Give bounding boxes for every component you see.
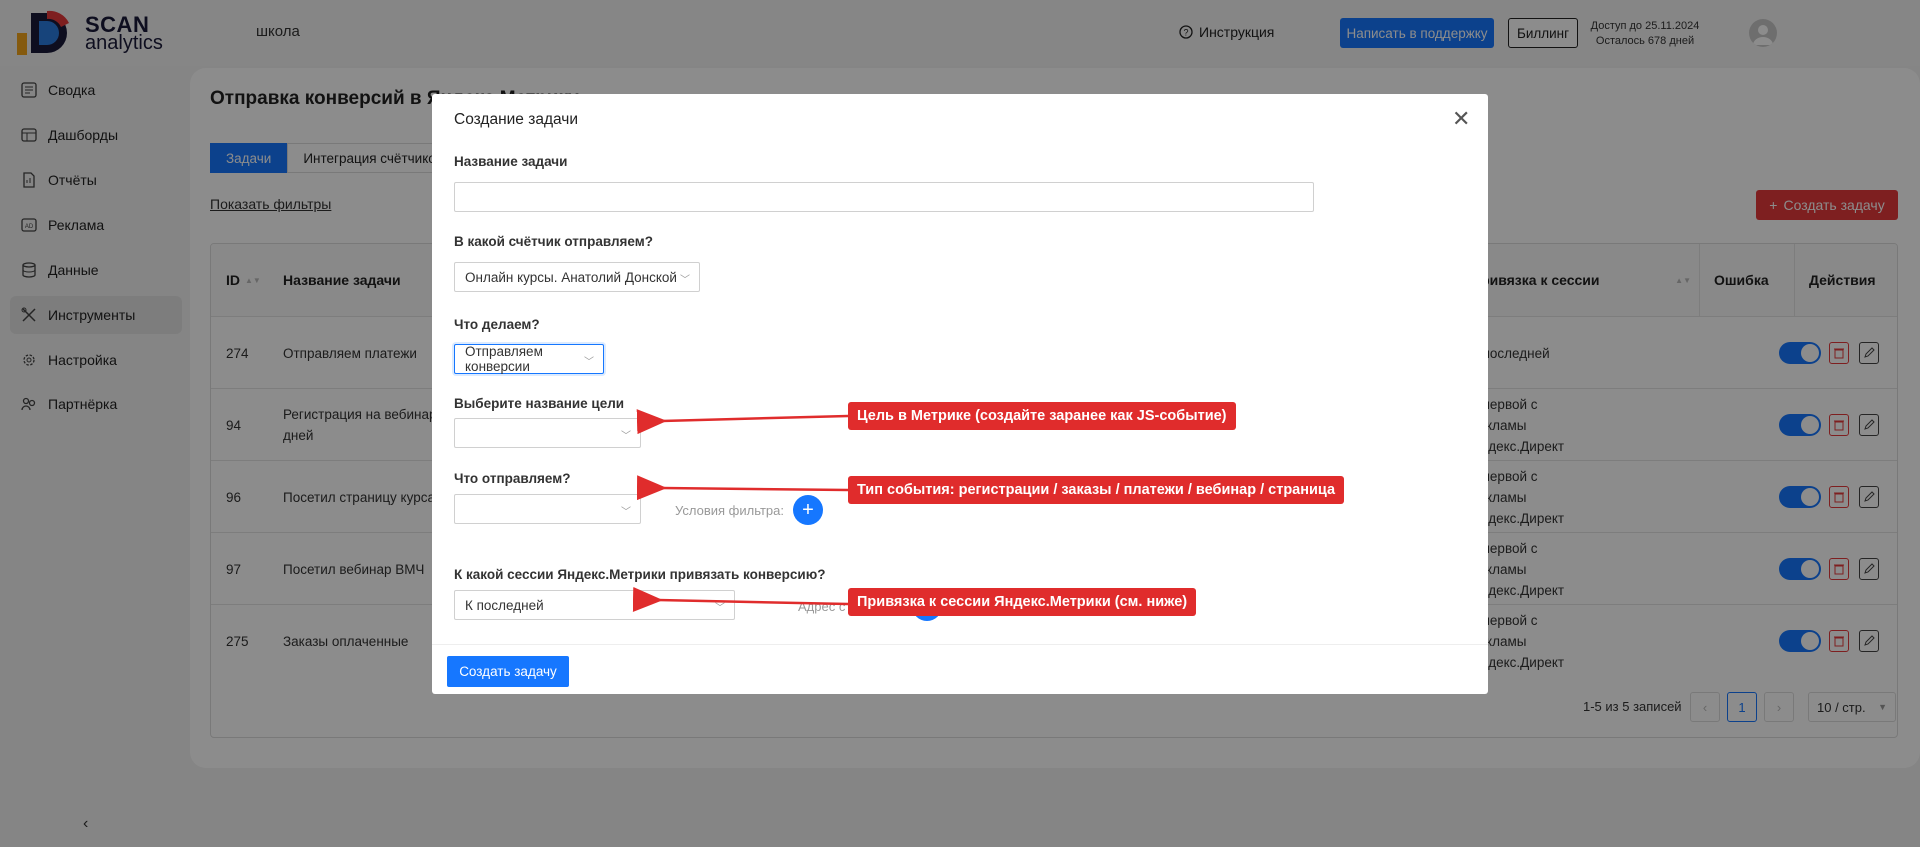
- counter-select[interactable]: Онлайн курсы. Анатолий Донской ﹀: [454, 262, 700, 292]
- session-label: К какой сессии Яндекс.Метрики привязать …: [454, 567, 826, 582]
- send-label: Что отправляем?: [454, 471, 571, 486]
- action-value: Отправляем конверсии: [465, 344, 543, 374]
- chevron-down-icon: ﹀: [715, 603, 725, 614]
- chevron-down-icon: ﹀: [621, 507, 631, 518]
- address-label: Адрес с: [798, 599, 846, 614]
- annotation-event-type: Тип события: регистрации / заказы / плат…: [848, 476, 1345, 504]
- add-filter-plus-icon[interactable]: +: [793, 495, 823, 525]
- modal-title: Создание задачи: [454, 111, 578, 128]
- chevron-down-icon: ﹀: [584, 357, 594, 368]
- session-value: К последней: [465, 597, 544, 613]
- action-label: Что делаем?: [454, 317, 540, 332]
- task-name-label: Название задачи: [454, 154, 568, 169]
- action-select[interactable]: Отправляем конверсии ﹀: [454, 344, 604, 374]
- modal-footer-divider: [432, 644, 1488, 645]
- annotation-session: Привязка к сессии Яндекс.Метрики (см. ни…: [848, 588, 1197, 616]
- send-select[interactable]: ﹀: [454, 494, 641, 524]
- session-select[interactable]: К последней ﹀: [454, 590, 735, 620]
- chevron-down-icon: ﹀: [621, 431, 631, 442]
- counter-value: Онлайн курсы. Анатолий Донской: [465, 269, 677, 285]
- chevron-down-icon: ﹀: [680, 275, 690, 286]
- goal-select[interactable]: ﹀: [454, 418, 641, 448]
- goal-label: Выберите название цели: [454, 396, 625, 411]
- annotation-goal: Цель в Метрике (создайте заранее как JS-…: [848, 402, 1236, 430]
- filter-conditions-label: Условия фильтра:: [675, 503, 784, 518]
- submit-create-task-button[interactable]: Создать задачу: [447, 656, 569, 687]
- counter-label: В какой счётчик отправляем?: [454, 234, 653, 249]
- task-name-input[interactable]: [454, 182, 1314, 212]
- close-icon[interactable]: ✕: [1452, 108, 1470, 130]
